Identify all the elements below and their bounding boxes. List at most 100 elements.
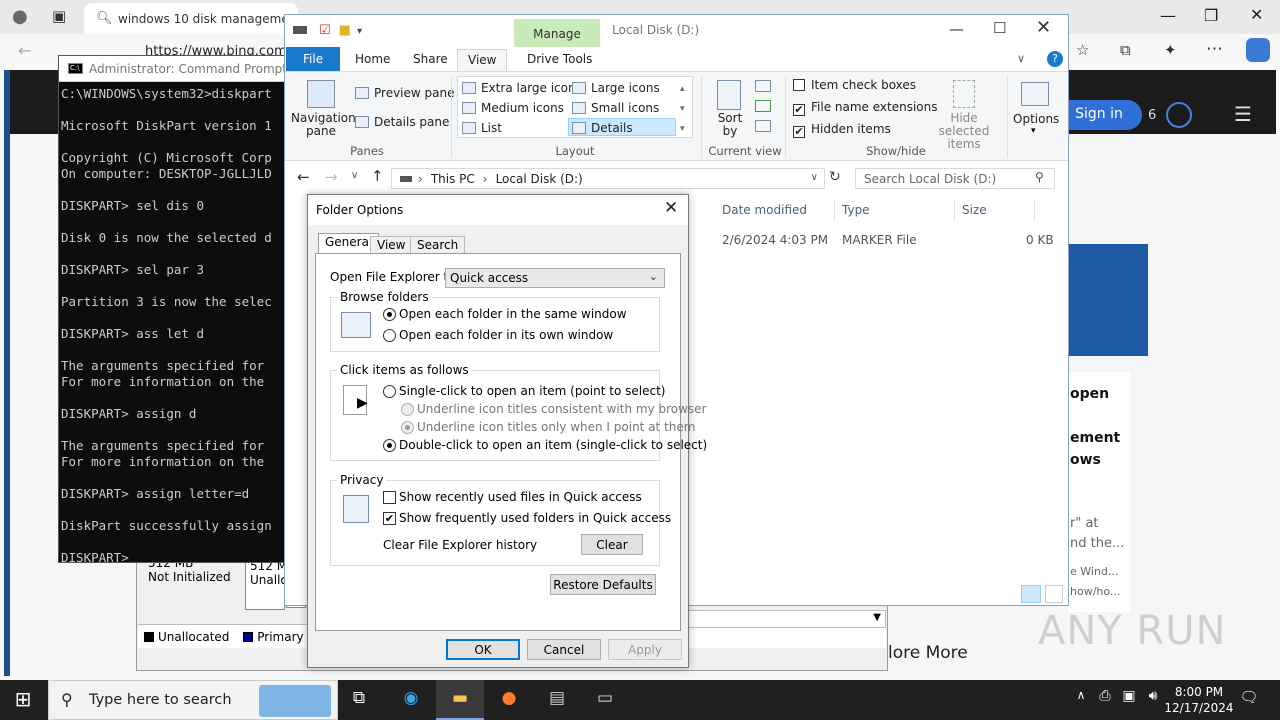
- up-icon[interactable]: ↑: [371, 167, 384, 185]
- item-check-boxes-toggle[interactable]: Item check boxes: [793, 78, 916, 92]
- tab-file[interactable]: File: [286, 47, 340, 71]
- task-view-icon[interactable]: ⧉: [346, 688, 372, 712]
- snippet-3[interactable]: ows: [1070, 452, 1101, 468]
- cmd-titlebar[interactable]: C:\ Administrator: Command Prompt - d: [59, 56, 299, 82]
- explorer-titlebar[interactable]: ☑ ■ ▾ Manage Local Disk (D:) — ☐ ✕: [285, 15, 1068, 47]
- command-prompt-window[interactable]: C:\ Administrator: Command Prompt - d C:…: [58, 55, 299, 563]
- frequent-folders-label[interactable]: Show frequently used folders in Quick ac…: [399, 511, 671, 525]
- search-input[interactable]: Search Local Disk (D:): [855, 168, 1055, 189]
- copilot-icon[interactable]: [1246, 38, 1270, 62]
- snippet-2[interactable]: ement: [1070, 430, 1120, 446]
- breadcrumb-local-disk[interactable]: Local Disk (D:): [496, 172, 583, 186]
- browser-close-button[interactable]: ✕: [1250, 5, 1263, 24]
- frequent-folders-checkbox[interactable]: ✔: [383, 512, 396, 525]
- unallocated-partition-block[interactable]: 512 M Unallo: [245, 560, 285, 610]
- back-icon[interactable]: ←: [18, 41, 31, 60]
- underline-browser-radio[interactable]: [401, 403, 414, 416]
- underline-point-label[interactable]: Underline icon titles only when I point …: [417, 420, 695, 434]
- start-button-icon[interactable]: ⊞: [10, 687, 36, 711]
- new-folder-icon[interactable]: ■: [339, 23, 351, 38]
- explorer-close-button[interactable]: ✕: [1036, 17, 1051, 38]
- properties-icon[interactable]: ☑: [319, 23, 331, 38]
- layout-medium-icons[interactable]: Medium icons: [462, 101, 564, 115]
- large-icons-view-icon[interactable]: [1045, 585, 1063, 603]
- layout-small-icons[interactable]: Small icons: [572, 101, 659, 115]
- refresh-icon[interactable]: ↻: [829, 169, 841, 185]
- layout-details[interactable]: Details: [568, 118, 676, 136]
- recent-files-checkbox[interactable]: [383, 491, 396, 504]
- disk-scrollbar[interactable]: ▼: [688, 610, 886, 628]
- dialog-close-button[interactable]: ✕: [664, 198, 678, 218]
- preview-pane-button[interactable]: Preview pane: [355, 86, 454, 100]
- favorites-icon[interactable]: ☆: [1076, 41, 1089, 59]
- device-icon[interactable]: ⎙: [1092, 688, 1118, 712]
- taskbar-clock[interactable]: 8:00 PM 12/17/2024: [1160, 684, 1238, 716]
- command-prompt-icon[interactable]: ▭: [592, 688, 618, 712]
- underline-browser-label[interactable]: Underline icon titles consistent with my…: [417, 402, 707, 416]
- tab-share[interactable]: Share: [403, 49, 458, 71]
- browse-same-window-label[interactable]: Open each folder in the same window: [399, 307, 627, 321]
- column-date-modified[interactable]: Date modified: [722, 203, 807, 217]
- browse-own-window-label[interactable]: Open each folder in its own window: [399, 328, 613, 342]
- notifications-icon[interactable]: 🗨︎: [1236, 688, 1262, 712]
- column-size[interactable]: Size: [962, 203, 987, 217]
- tab-search[interactable]: Search: [410, 236, 466, 254]
- details-view-icon[interactable]: [1021, 585, 1041, 603]
- options-button[interactable]: Options: [1013, 112, 1059, 126]
- underline-point-radio[interactable]: [401, 421, 414, 434]
- size-columns-icon[interactable]: [755, 120, 771, 132]
- collections-icon[interactable]: ⧉: [1120, 41, 1131, 59]
- tab-actions-icon[interactable]: ▣: [52, 7, 66, 25]
- browse-same-window-radio[interactable]: [383, 308, 396, 321]
- layout-extra-large-icons[interactable]: Extra large icons: [462, 81, 582, 95]
- profile-icon[interactable]: ●: [12, 6, 28, 27]
- layout-large-icons[interactable]: Large icons: [572, 81, 660, 95]
- explorer-maximize-button[interactable]: ☐: [993, 19, 1006, 37]
- single-click-radio[interactable]: [383, 385, 396, 398]
- file-explorer-icon[interactable]: ▬: [447, 688, 473, 712]
- group-by-icon[interactable]: [755, 80, 771, 92]
- details-pane-button[interactable]: Details pane: [355, 115, 449, 129]
- ok-button[interactable]: OK: [446, 639, 520, 660]
- hidden-items-toggle[interactable]: ✔ Hidden items: [793, 122, 891, 138]
- sort-by-icon[interactable]: [717, 80, 741, 110]
- rewards-icon[interactable]: [1166, 102, 1192, 128]
- options-icon[interactable]: [1021, 82, 1049, 106]
- disk-management-icon[interactable]: ▤: [544, 688, 570, 712]
- chevron-down-icon[interactable]: ▼: [873, 612, 881, 623]
- apply-button[interactable]: Apply: [608, 639, 682, 660]
- hamburger-menu-icon[interactable]: ☰: [1234, 102, 1252, 126]
- browser-minimize-button[interactable]: —: [1160, 6, 1176, 25]
- snippet-6[interactable]: e Wind...: [1070, 565, 1118, 578]
- layout-scroll-icon[interactable]: ▴ ▾ ▾: [680, 79, 685, 139]
- browse-own-window-radio[interactable]: [383, 329, 396, 342]
- snippet-7[interactable]: how/ho...: [1070, 585, 1120, 598]
- recent-files-label[interactable]: Show recently used files in Quick access: [399, 490, 642, 504]
- tab-view[interactable]: View: [457, 49, 508, 71]
- add-columns-icon[interactable]: [755, 100, 771, 112]
- column-type[interactable]: Type: [842, 203, 870, 217]
- double-click-label[interactable]: Double-click to open an item (single-cli…: [399, 438, 707, 452]
- dialog-titlebar[interactable]: Folder Options ✕: [308, 195, 688, 225]
- chevron-down-icon[interactable]: ∨: [811, 172, 818, 183]
- layout-list[interactable]: List: [462, 121, 502, 135]
- browser-tab[interactable]: 🔍︎ windows 10 disk management: [84, 3, 298, 34]
- manage-contextual-tab[interactable]: Manage: [514, 19, 600, 47]
- show-hidden-icons[interactable]: ∧: [1068, 688, 1094, 712]
- address-path[interactable]: › This PC › Local Disk (D:) ∨: [391, 168, 825, 189]
- edge-icon[interactable]: ◉: [398, 688, 424, 712]
- network-icon[interactable]: ▣: [1116, 688, 1142, 712]
- extensions-icon[interactable]: ✦: [1164, 41, 1177, 59]
- navigation-pane-button[interactable]: Navigation pane: [291, 112, 356, 138]
- clear-button[interactable]: Clear: [581, 534, 643, 555]
- qat-dropdown-icon[interactable]: ▾: [357, 26, 362, 37]
- navigation-pane-icon[interactable]: [307, 80, 335, 108]
- cmd-console[interactable]: C:\WINDOWS\system32>diskpart Microsoft D…: [61, 86, 297, 562]
- tab-view[interactable]: View: [370, 236, 413, 254]
- browser-restore-button[interactable]: ❐: [1204, 6, 1218, 25]
- explorer-minimize-button[interactable]: —: [949, 20, 964, 38]
- restore-defaults-button[interactable]: Restore Defaults: [550, 574, 656, 595]
- recent-locations-icon[interactable]: ∨: [351, 170, 358, 181]
- forward-icon[interactable]: →: [325, 168, 338, 186]
- sort-by-button[interactable]: Sort by: [715, 112, 745, 138]
